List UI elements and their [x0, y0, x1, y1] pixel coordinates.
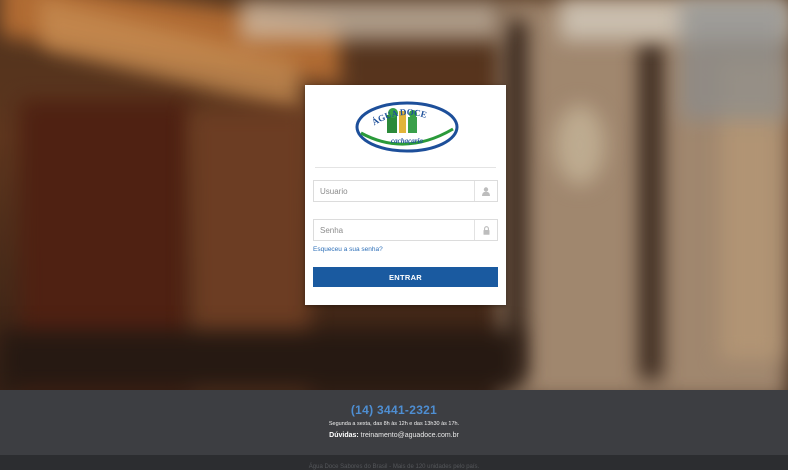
forgot-password-link[interactable]: Esqueceu a sua senha? — [313, 246, 383, 253]
username-input[interactable] — [314, 181, 474, 201]
copyright-text: Água Doce Sabores do Brasil - Mais de 12… — [308, 464, 480, 470]
contact-label: Dúvidas: — [329, 432, 359, 439]
phone-number: (14) 3441-2321 — [350, 403, 438, 417]
user-icon — [474, 181, 497, 201]
login-card: ÁGUA DOCE cachaçaria Esquec — [305, 85, 506, 305]
password-field[interactable] — [313, 219, 498, 241]
agua-doce-logo: ÁGUA DOCE cachaçaria — [355, 101, 459, 153]
lock-icon — [474, 220, 497, 240]
logo-subtitle: cachaçaria — [391, 137, 423, 145]
login-page: ÁGUA DOCE cachaçaria Esquec — [0, 0, 788, 470]
contact-line: Dúvidas: treinamento@aguadoce.com.br — [0, 432, 788, 439]
username-field[interactable] — [313, 180, 498, 202]
contact-email: treinamento@aguadoce.com.br — [360, 432, 459, 439]
contact-footer: (14) 3441-2321 Segunda a sexta, das 8h à… — [0, 390, 788, 455]
copyright-bar: Água Doce Sabores do Brasil - Mais de 12… — [0, 455, 788, 470]
login-button[interactable]: ENTRAR — [313, 267, 498, 287]
password-input[interactable] — [314, 220, 474, 240]
business-hours: Segunda a sexta, das 8h às 12h e das 13h… — [328, 421, 460, 427]
card-divider — [315, 167, 496, 168]
